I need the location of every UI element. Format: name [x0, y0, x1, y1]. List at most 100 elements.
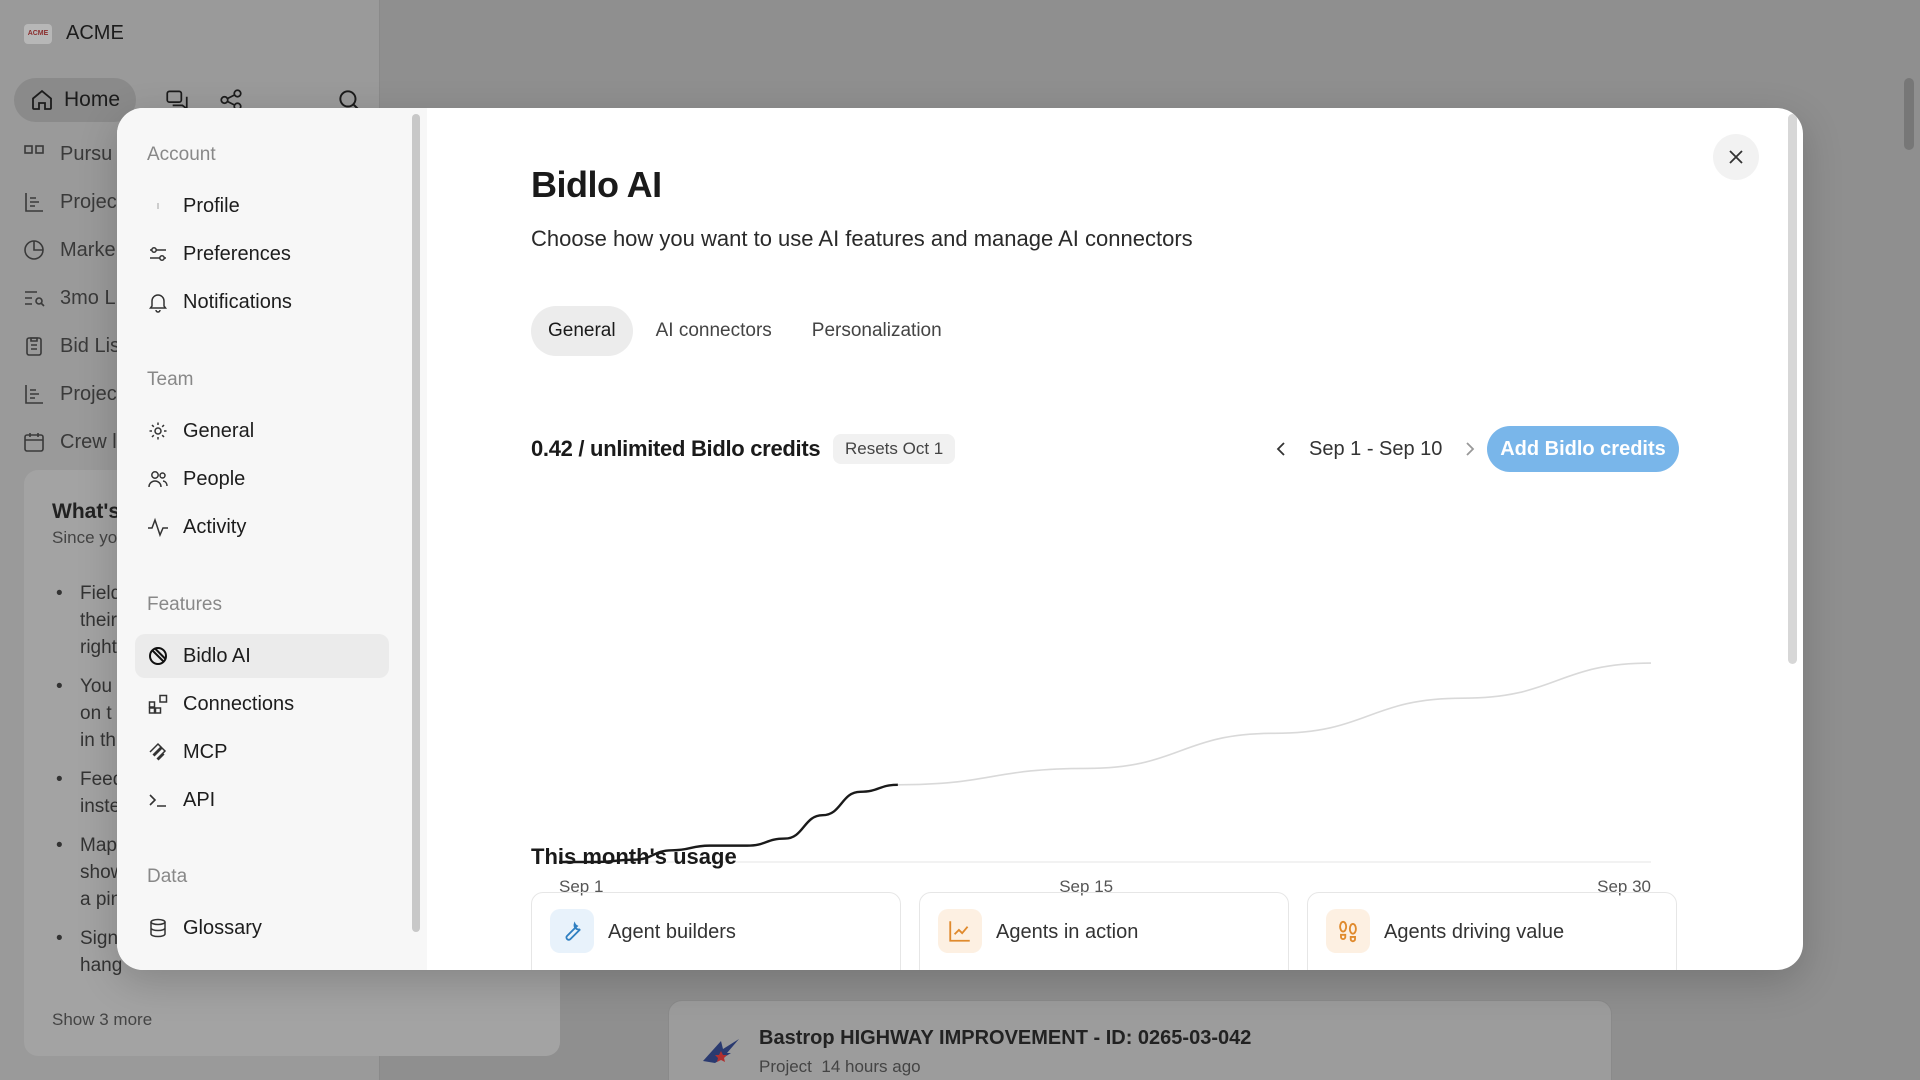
nav-item-label: Notifications [183, 290, 292, 313]
usage-title: This month's usage [531, 844, 737, 869]
activity-icon [148, 517, 168, 538]
project-logo-icon [701, 1035, 739, 1063]
nav-item-mcp[interactable]: MCP [135, 730, 389, 774]
page-title: Bidlo AI [531, 164, 662, 205]
tab-bar: General AI connectors Personalization [531, 306, 959, 356]
nav-section-data: Data [147, 866, 188, 887]
whats-new-subtitle: Since yo [52, 528, 118, 547]
app-nav-item[interactable]: 3mo L [22, 274, 120, 322]
app-nav-item[interactable]: Marke [22, 226, 120, 274]
usage-card-label: Agents driving value [1384, 921, 1565, 943]
settings-sidebar: Account Profile Preferences Notification… [117, 108, 427, 970]
people-icon [148, 471, 168, 488]
app-nav-item[interactable]: Projec [22, 178, 120, 226]
calendar-icon [24, 433, 44, 452]
tab-general[interactable]: General [531, 306, 633, 356]
project-title: Bastrop HIGHWAY IMPROVEMENT - ID: 0265-0… [759, 1027, 1252, 1049]
nav-item-bidlo-ai[interactable]: Bidlo AI [135, 634, 389, 678]
chart-icon [938, 909, 982, 953]
tab-ai-connectors[interactable]: AI connectors [639, 306, 789, 356]
resets-badge: Resets Oct 1 [833, 434, 956, 464]
nav-item-label: People [183, 467, 246, 490]
home-icon [32, 89, 52, 110]
app-nav-label: Crew l [60, 430, 117, 453]
usage-card-agents-driving-value[interactable]: Agents driving value [1307, 892, 1677, 970]
tab-personalization[interactable]: Personalization [795, 306, 959, 356]
whats-new-title: What's [52, 500, 120, 523]
list-item: Youon tin th [52, 673, 124, 766]
wrench-icon [550, 909, 594, 953]
list-item: Feedinste [52, 766, 124, 832]
app-nav-label: Projec [60, 382, 117, 405]
nav-item-people[interactable]: People [135, 457, 389, 501]
nav-item-profile[interactable]: Profile [135, 184, 389, 228]
app-nav-item[interactable]: Pursu [22, 130, 120, 178]
usage-card-label: Agent builders [608, 921, 736, 943]
series-projected-line [897, 662, 1652, 786]
nav-item-api[interactable]: API [135, 778, 389, 822]
nav-item-preferences[interactable]: Preferences [135, 232, 389, 276]
whats-new-list: Fieldtheirright Youon tin th Feedinste M… [52, 580, 124, 1018]
credits-row: 0.42 / unlimited Bidlo credits Resets Oc… [531, 426, 1679, 472]
app-nav-item[interactable]: Projec [22, 370, 120, 418]
terminal-icon [149, 794, 166, 807]
usage-card-agent-builders[interactable]: Agent builders [531, 892, 901, 970]
project-time: 14 hours ago [821, 1057, 921, 1076]
gantt-icon [25, 193, 43, 212]
close-button[interactable] [1713, 134, 1759, 180]
gear-icon [149, 422, 167, 440]
list-item: Fieldtheirright [52, 580, 124, 673]
show-more-link[interactable]: Show 3 more [52, 1010, 152, 1030]
clipboard-icon [26, 337, 42, 356]
nav-item-notifications[interactable]: Notifications [135, 280, 389, 324]
sliders-icon [150, 247, 166, 261]
chevron-right-icon[interactable] [1458, 438, 1480, 460]
app-nav-label: Marke [60, 238, 116, 261]
nav-item-label: Glossary [183, 916, 262, 939]
grid-icon [24, 145, 44, 154]
bell-icon [149, 294, 167, 313]
nav-item-label: Activity [183, 515, 247, 538]
nav-section-account: Account [147, 144, 216, 165]
sidebar-scrollbar[interactable] [412, 114, 420, 932]
nav-item-activity[interactable]: Activity [135, 505, 389, 549]
nav-item-label: API [183, 788, 216, 811]
usage-card-agents-in-action[interactable]: Agents in action [919, 892, 1289, 970]
list-search-icon [25, 291, 45, 307]
app-nav-label: Projec [60, 190, 117, 213]
brand[interactable]: ACME ACME [24, 22, 124, 45]
project-card[interactable]: Bastrop HIGHWAY IMPROVEMENT - ID: 0265-0… [668, 1000, 1612, 1080]
nav-item-general[interactable]: General [135, 409, 389, 453]
home-label: Home [64, 88, 121, 111]
nav-item-label: Preferences [183, 242, 291, 265]
bidlo-ai-icon [149, 647, 167, 665]
app-nav-label: Bid Lis [60, 334, 121, 357]
usage-card-label: Agents in action [996, 921, 1139, 943]
content-scrollbar[interactable] [1788, 114, 1797, 664]
nav-item-label: Connections [183, 692, 295, 715]
txdot-logo-icon [703, 1039, 739, 1063]
mcp-icon [149, 742, 167, 761]
close-icon [1729, 150, 1743, 164]
usage-cards: Agent builders Agents in action Agents d… [531, 892, 1677, 970]
chevron-left-icon[interactable] [1271, 438, 1293, 460]
app-nav-item[interactable]: Bid Lis [22, 322, 120, 370]
app-nav-label: Pursu [60, 142, 113, 165]
date-range-label: Sep 1 - Sep 10 [1309, 437, 1443, 460]
app-nav-item[interactable]: Crew l [22, 418, 120, 466]
list-item: Signihang [52, 925, 124, 1018]
nav-item-connections[interactable]: Connections [135, 682, 389, 726]
date-range-picker: Sep 1 - Sep 10 [1271, 426, 1480, 472]
app-nav-label: 3mo L [60, 286, 116, 309]
nav-item-glossary[interactable]: Glossary [135, 906, 389, 950]
nav-item-label: Bidlo AI [183, 644, 251, 667]
credits-usage-text: 0.42 / unlimited Bidlo credits [531, 436, 821, 461]
project-meta: Project 14 hours ago [759, 1057, 921, 1077]
gantt-icon [25, 385, 43, 404]
add-credits-button[interactable]: Add Bidlo credits [1487, 426, 1679, 472]
nav-item-label: MCP [183, 740, 228, 763]
profile-icon [157, 203, 159, 209]
nav-item-label: Profile [183, 194, 240, 217]
page-scrollbar[interactable] [1904, 78, 1914, 150]
settings-modal: Account Profile Preferences Notification… [117, 108, 1803, 970]
